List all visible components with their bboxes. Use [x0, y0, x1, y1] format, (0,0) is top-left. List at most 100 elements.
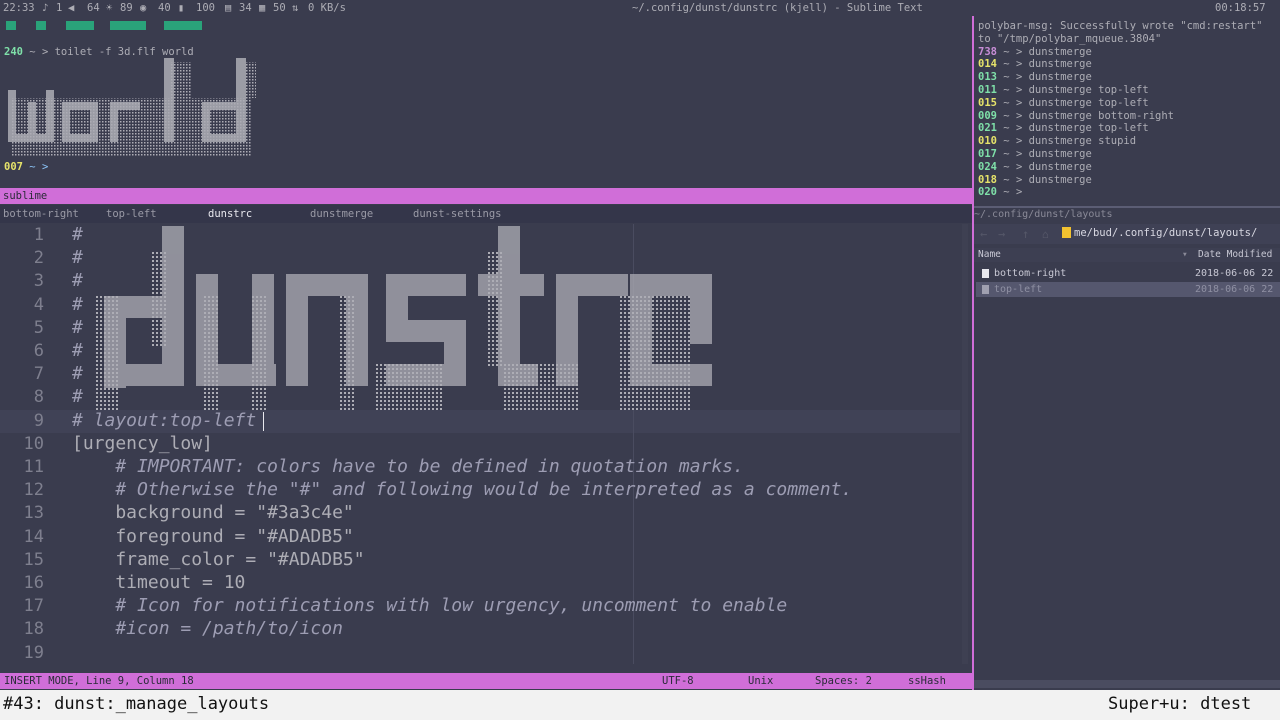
code-line: [urgency_low] — [72, 432, 213, 454]
network-icon: ⇅ — [292, 2, 299, 14]
sublime-window-label: sublime — [0, 188, 972, 204]
file-row-selected[interactable]: top-left 2018-06-06 22 — [976, 282, 1280, 297]
cmdline-left-text: #43: dunst:_manage_layouts — [3, 694, 270, 714]
left-terminal[interactable]: 240 ~ > toilet -f 3d.flf world — [4, 46, 964, 59]
status-encoding[interactable]: UTF-8 — [662, 673, 694, 689]
terminal-line: 240 ~ > toilet -f 3d.flf world — [4, 46, 194, 58]
file-date: 2018-06-06 22 — [1195, 284, 1274, 295]
status-indent[interactable]: Spaces: 2 — [815, 673, 872, 689]
polybar: 22:33 ♪ 1 ◀ 64 ☀ 89 ◉ 40 ▮ 100 ▤ 34 ▦ 50… — [0, 0, 1280, 16]
line-number: 8 — [33, 387, 44, 408]
path-bar[interactable]: me/bud/.config/dunst/layouts/ — [1074, 227, 1257, 239]
line-number: 13 — [23, 503, 44, 524]
file-manager-scrollbar[interactable] — [974, 680, 1280, 688]
network-value: 0 KB/s — [308, 2, 346, 14]
terminal-output-line: polybar-msg: Successfully wrote "cmd:res… — [978, 20, 1263, 32]
line-number: 17 — [23, 596, 44, 617]
file-date: 2018-06-06 22 — [1195, 268, 1274, 279]
ascii-art-world: world — [6, 58, 258, 158]
code-line: # layout:top-left — [72, 409, 257, 431]
back-arrow-icon[interactable]: ← — [980, 227, 987, 241]
command-line: #43: dunst:_manage_layouts Super+u: dtes… — [0, 690, 1280, 720]
sort-icon[interactable]: ▾ — [1182, 249, 1188, 260]
workspace-indicator[interactable] — [110, 21, 146, 30]
history-entry: 015 ~ > dunstmerge top-left — [978, 96, 1149, 109]
history-entry: 017 ~ > dunstmerge — [978, 147, 1092, 160]
up-arrow-icon[interactable]: ↑ — [1022, 227, 1029, 241]
column-date-modified[interactable]: Date Modified — [1198, 249, 1272, 260]
code-editor[interactable]: dunstrc 1 #2 #3 #4 #5 #6 #7 #8 #9 # layout:top-le… — [0, 224, 972, 672]
line-number: 7 — [33, 364, 44, 385]
tab-top-left[interactable]: top-left — [106, 205, 157, 223]
terminal-output-line: to "/tmp/polybar_mqueue.3804" — [978, 32, 1162, 45]
status-mode: INSERT MODE, Line 9, Column 18 — [4, 675, 194, 687]
code-line: # Otherwise the "#" and following would … — [72, 479, 853, 501]
file-row[interactable]: bottom-right 2018-06-06 22 — [976, 266, 1280, 281]
file-name: top-left — [994, 284, 1043, 295]
history-entry: 738 ~ > dunstmerge — [978, 45, 1092, 58]
home-icon[interactable]: ⌂ — [1042, 228, 1049, 241]
workspace-indicator[interactable] — [66, 21, 94, 30]
status-line-endings[interactable]: Unix — [748, 673, 773, 689]
tab-bottom-right[interactable]: bottom-right — [3, 205, 79, 223]
code-line: frame_color = "#ADADB5" — [72, 548, 365, 570]
line-number: 15 — [23, 549, 44, 570]
notification-count: 1 — [56, 2, 63, 14]
memory-icon: ▤ — [225, 2, 232, 14]
workspace-indicator[interactable] — [36, 21, 46, 30]
history-entry: 010 ~ > dunstmerge stupid — [978, 135, 1137, 148]
right-terminal[interactable]: polybar-msg: Successfully wrote "cmd:res… — [978, 20, 1278, 199]
history-entry: 021 ~ > dunstmerge top-left — [978, 122, 1149, 135]
history-entry: 014 ~ > dunstmerge — [978, 58, 1092, 71]
code-line: # — [72, 386, 83, 408]
forward-arrow-icon[interactable]: → — [998, 227, 1005, 241]
line-number: 10 — [23, 433, 44, 454]
line-number: 14 — [23, 526, 44, 547]
line-number: 6 — [33, 341, 44, 361]
clock-left: 22:33 — [3, 2, 35, 14]
history-entry: 018 ~ > dunstmerge — [978, 173, 1092, 186]
tab-dunstmerge[interactable]: dunstmerge — [310, 205, 373, 223]
battery-icon: ▮ — [178, 2, 185, 14]
file-icon — [982, 269, 989, 278]
code-line: # — [72, 316, 83, 338]
line-number: 11 — [23, 457, 44, 477]
status-bar: INSERT MODE, Line 9, Column 18 UTF-8 Uni… — [0, 673, 972, 689]
code-line: # — [72, 224, 83, 245]
line-number: 4 — [33, 294, 44, 315]
workspace-indicator[interactable] — [6, 21, 16, 30]
code-line: # Icon for notifications with low urgenc… — [72, 595, 788, 617]
line-number: 19 — [23, 642, 44, 663]
eye-value: 40 — [158, 2, 171, 14]
code-line: # — [72, 293, 83, 315]
disk-icon: ▦ — [259, 2, 266, 14]
code-line: # — [72, 247, 83, 269]
code-line: # IMPORTANT: colors have to be defined i… — [72, 456, 744, 477]
file-list-header: Name ▾ Date Modified — [974, 248, 1280, 262]
workspace-indicator[interactable] — [164, 21, 202, 30]
sun-icon: ☀ — [106, 2, 113, 14]
history-entry: 013 ~ > dunstmerge — [978, 71, 1092, 84]
column-name[interactable]: Name — [978, 249, 1001, 260]
tab-dunst-settings[interactable]: dunst-settings — [413, 205, 502, 223]
file-manager-title: ~/.config/dunst/layouts — [974, 209, 1113, 220]
speaker-icon: ◀ — [68, 2, 75, 14]
file-manager-toolbar: ← → ↑ ⌂ me/bud/.config/dunst/layouts/ — [974, 224, 1280, 244]
clock-right: 00:18:57 — [1215, 2, 1266, 14]
tab-dunstrc[interactable]: dunstrc — [208, 205, 252, 223]
code-line: foreground = "#ADADB5" — [72, 525, 354, 547]
line-number: 5 — [33, 317, 44, 338]
code-line: # — [72, 363, 83, 385]
volume-value: 64 — [87, 2, 100, 14]
ascii-art-dunstrc: dunstrc — [92, 224, 722, 414]
line-number: 16 — [23, 573, 44, 593]
battery-value: 100 — [196, 2, 215, 14]
terminal-command: ~ > toilet -f 3d.flf world — [29, 46, 194, 58]
code-line: timeout = 10 — [72, 572, 246, 593]
code-line: #icon = /path/to/icon — [72, 618, 343, 640]
disk-value: 50 — [273, 2, 286, 14]
editor-scrollbar[interactable] — [962, 224, 968, 664]
history-list: 738 ~ > dunstmerge 014 ~ > dunstmerge 013 … — [978, 46, 1278, 200]
cmdline-right-text: Super+u: dtest — [1108, 694, 1252, 714]
line-number: 9 — [33, 410, 44, 431]
